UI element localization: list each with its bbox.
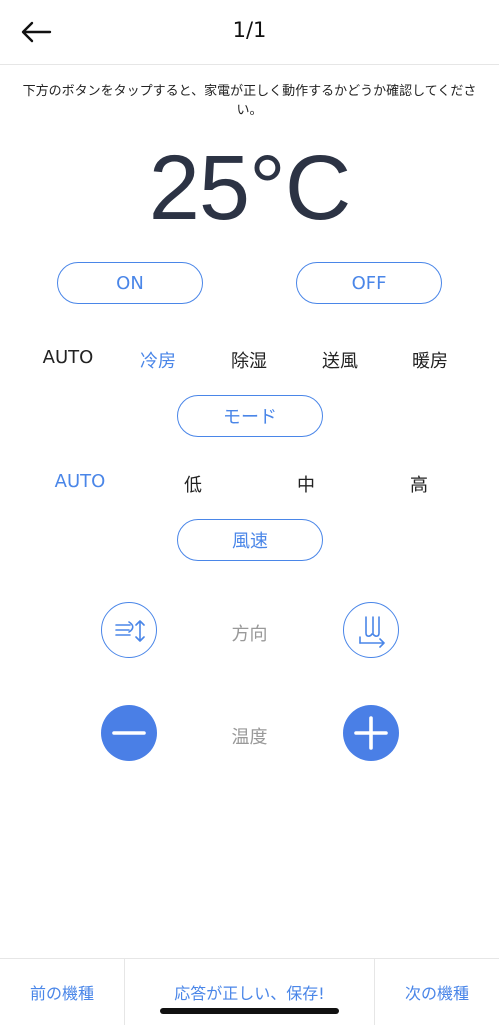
next-model-button[interactable]: 次の機種 bbox=[375, 959, 499, 1025]
previous-model-label: 前の機種 bbox=[29, 984, 94, 1003]
instruction-text: 下方のボタンをタップすると、家電が正しく動作するかどうか確認してください。 bbox=[22, 84, 477, 118]
off-button[interactable]: OFF bbox=[296, 262, 442, 304]
page-title: 1/1 bbox=[232, 18, 267, 42]
fan-option-mid[interactable]: 中 bbox=[261, 471, 351, 497]
fan-option-auto[interactable]: AUTO bbox=[35, 471, 125, 492]
fan-option-low[interactable]: 低 bbox=[148, 471, 238, 497]
fan-speed-button-label: 風速 bbox=[232, 531, 268, 552]
mode-option-cool[interactable]: 冷房 bbox=[113, 347, 203, 373]
mode-button-label: モード bbox=[223, 407, 277, 428]
temperature-label: 温度 bbox=[231, 727, 268, 748]
off-button-label: OFF bbox=[351, 272, 387, 294]
direction-label: 方向 bbox=[231, 624, 268, 645]
fan-speed-button[interactable]: 風速 bbox=[177, 519, 323, 561]
mode-option-heat[interactable]: 暖房 bbox=[385, 347, 475, 373]
mode-option-auto[interactable]: AUTO bbox=[23, 347, 113, 368]
save-button-label: 応答が正しい、保存! bbox=[174, 984, 325, 1003]
footer-bar: 前の機種 応答が正しい、保存! 次の機種 bbox=[0, 958, 499, 1025]
on-button[interactable]: ON bbox=[57, 262, 203, 304]
plus-icon bbox=[354, 716, 388, 750]
mode-option-dry[interactable]: 除湿 bbox=[204, 347, 294, 373]
previous-model-button[interactable]: 前の機種 bbox=[0, 959, 124, 1025]
vertical-swing-icon bbox=[359, 616, 385, 648]
header-bar: 1/1 bbox=[0, 0, 499, 65]
next-model-label: 次の機種 bbox=[404, 984, 469, 1003]
vertical-swing-button[interactable] bbox=[343, 602, 399, 658]
mode-button[interactable]: モード bbox=[177, 395, 323, 437]
save-button[interactable]: 応答が正しい、保存! bbox=[125, 959, 374, 1025]
fan-option-high[interactable]: 高 bbox=[374, 471, 464, 497]
temperature-increase-button[interactable] bbox=[343, 705, 399, 761]
mode-option-fan[interactable]: 送風 bbox=[295, 347, 385, 373]
on-button-label: ON bbox=[116, 272, 144, 294]
temperature-display: 25°C bbox=[148, 137, 352, 239]
home-indicator bbox=[160, 1008, 339, 1014]
